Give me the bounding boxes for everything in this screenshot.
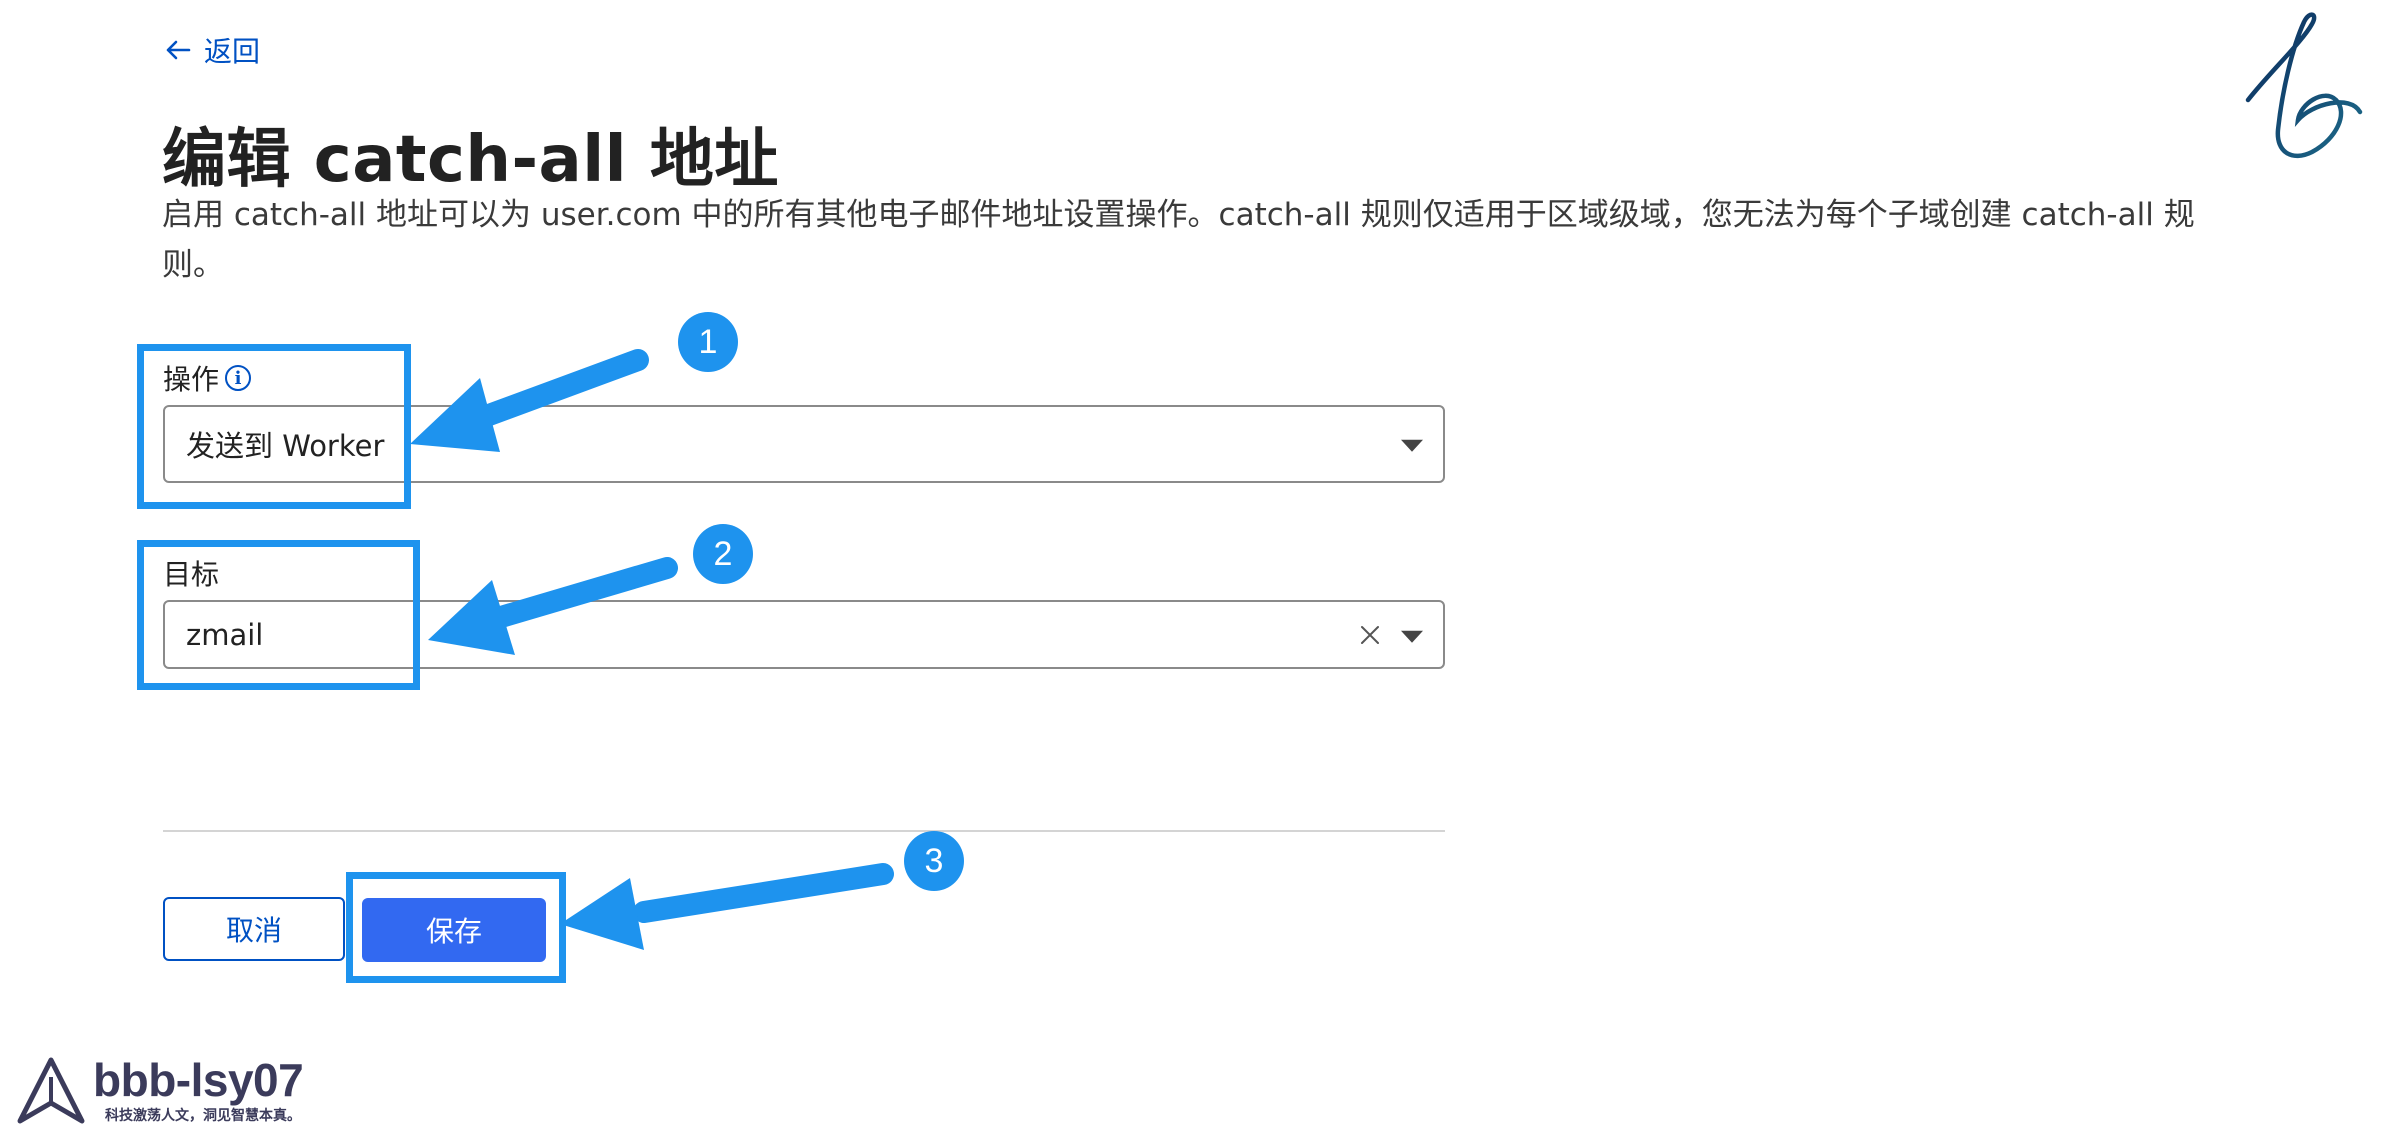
triangle-logo-icon (17, 1057, 85, 1124)
step-badge-1: 1 (678, 312, 738, 372)
page-title: 编辑 catch-all 地址 (162, 123, 779, 197)
back-label: 返回 (204, 35, 261, 68)
watermark-name: bbb-lsy07 (93, 1054, 304, 1106)
chevron-down-icon[interactable] (1401, 439, 1423, 452)
arrow-step-3 (560, 863, 894, 950)
step-badge-3: 3 (904, 831, 964, 891)
arrow-left-icon (166, 40, 191, 60)
step-badge-2: 2 (693, 524, 753, 584)
back-link[interactable]: 返回 (162, 30, 260, 70)
form-divider (163, 830, 1445, 832)
close-icon[interactable] (1359, 624, 1381, 646)
highlight-box-save (346, 872, 566, 983)
page-description: 启用 catch-all 地址可以为 user.com 中的所有其他电子邮件地址… (162, 197, 2195, 283)
watermark-slogan: 科技激荡人文，洞见智慧本真。 (105, 1108, 301, 1124)
highlight-box-target (137, 540, 420, 690)
cancel-button[interactable]: 取消 (163, 897, 345, 961)
signature-b-icon (2245, 12, 2363, 159)
chevron-down-icon[interactable] (1401, 630, 1423, 643)
highlight-box-action (137, 344, 411, 509)
